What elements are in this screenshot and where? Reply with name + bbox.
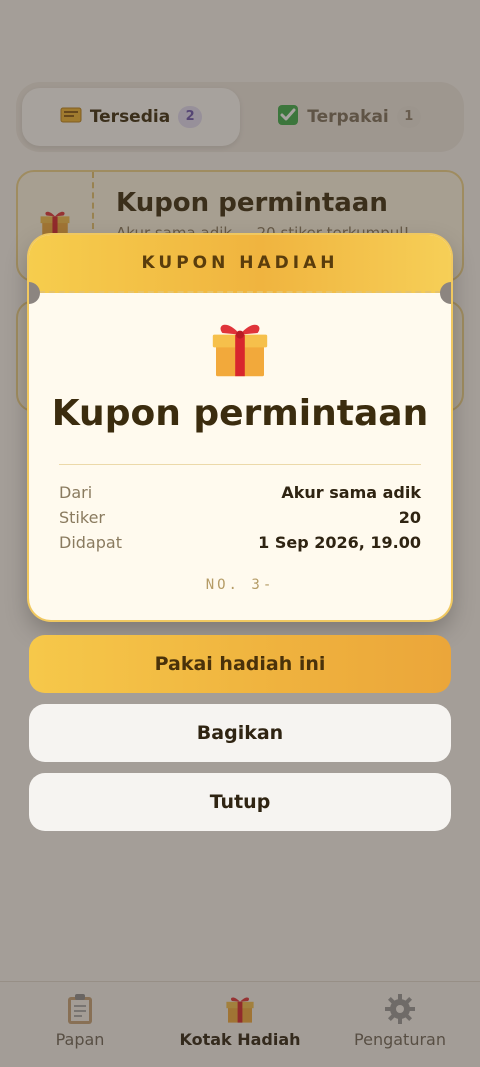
detail-value: 20 [398,508,421,527]
detail-row: Stiker 20 [59,508,421,527]
ticket-title: Kupon permintaan [51,393,429,434]
detail-value: Akur sama adik [281,483,421,502]
gift-icon [208,317,272,385]
detail-row: Didapat 1 Sep 2026, 19.00 [59,533,421,552]
detail-value: 1 Sep 2026, 19.00 [258,533,421,552]
use-reward-button[interactable]: Pakai hadiah ini [29,635,451,693]
reward-ticket: KUPON HADIAH Kupon permintaan Dari Akur … [29,235,451,620]
detail-label: Stiker [59,508,105,527]
ticket-notch [440,282,451,304]
close-button[interactable]: Tutup [29,773,451,831]
detail-label: Didapat [59,533,122,552]
detail-row: Dari Akur sama adik [59,483,421,502]
ticket-gift [29,317,451,385]
ticket-divider [59,464,421,465]
ticket-serial: NO. 3- [205,577,275,593]
ticket-header: KUPON HADIAH [29,235,451,293]
share-button[interactable]: Bagikan [29,704,451,762]
detail-label: Dari [59,483,93,502]
